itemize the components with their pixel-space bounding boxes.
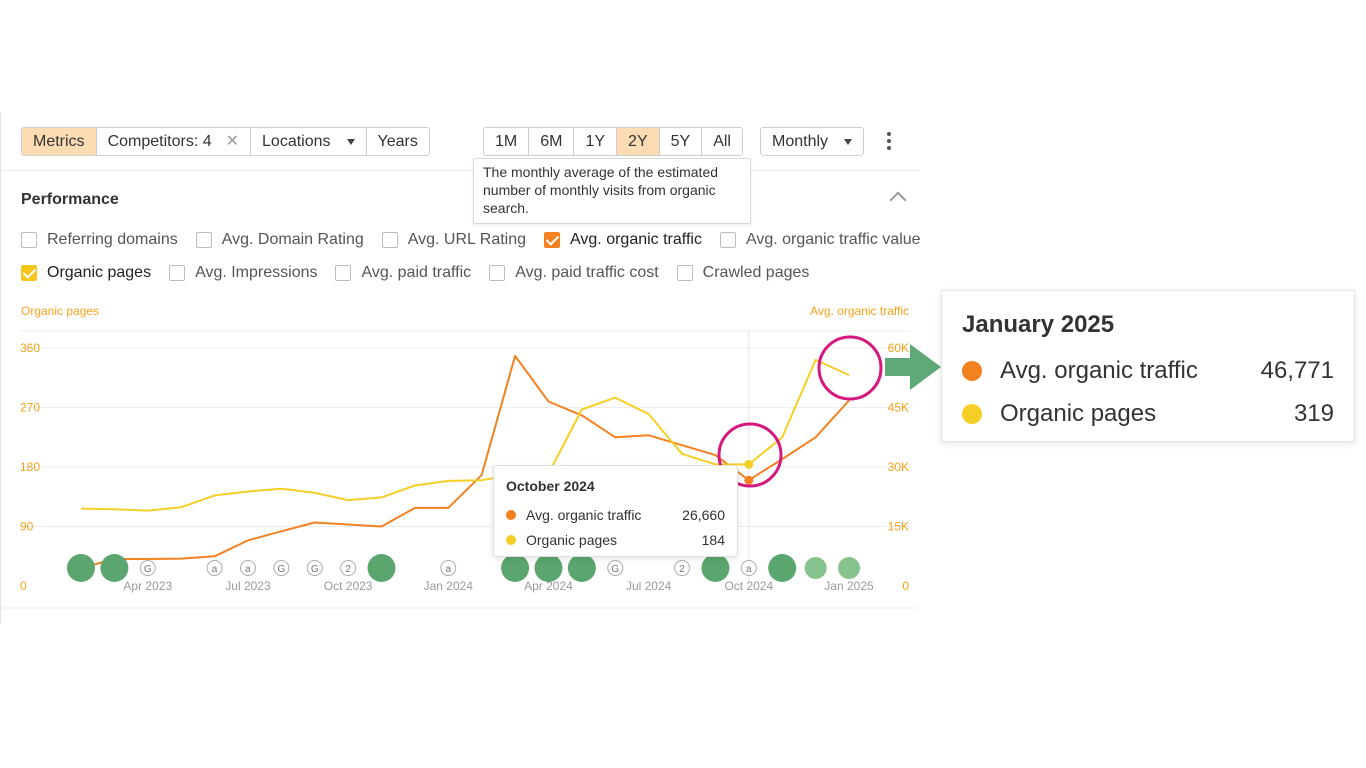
event-marker-label: a [245, 564, 251, 575]
x-axis-tick: Oct 2024 [724, 579, 773, 593]
event-marker [701, 554, 730, 582]
callout-value: 319 [1293, 399, 1334, 427]
callout-row-pages: Organic pages 319 [962, 392, 1334, 435]
event-marker [100, 554, 129, 582]
event-marker [804, 557, 827, 579]
x-axis-tick: Jul 2024 [626, 579, 672, 593]
x-axis-tick: Jan 2024 [424, 579, 474, 593]
tooltip-title: October 2024 [506, 478, 595, 494]
event-marker-label: a [446, 564, 452, 575]
event-marker-label: a [746, 564, 752, 575]
event-marker-label: G [144, 564, 152, 575]
event-marker [838, 557, 860, 579]
x-axis-tick: Oct 2023 [324, 579, 373, 593]
pages-dot [962, 403, 982, 424]
left-axis-tick: 0 [20, 579, 27, 593]
pages-dot [506, 534, 516, 545]
callout-arrow-icon [910, 344, 941, 390]
event-marker [67, 554, 95, 582]
left-axis-tick: 180 [20, 460, 40, 474]
right-axis-tick: 15K [888, 520, 909, 534]
event-marker [367, 554, 396, 582]
event-marker-label: 2 [679, 564, 685, 575]
callout-label: Organic pages [1000, 399, 1157, 427]
event-marker-label: G [277, 564, 285, 575]
left-axis-tick: 90 [20, 520, 34, 534]
tooltip-label: Organic pages [526, 531, 618, 548]
tooltip-row-pages: Organic pages 184 [506, 527, 725, 552]
left-axis-tick: 360 [20, 341, 40, 355]
tooltip-label: Avg. organic traffic [526, 506, 642, 523]
event-marker [501, 554, 530, 582]
traffic-dot [962, 360, 982, 381]
tooltip-row-traffic: Avg. organic traffic 26,660 [506, 502, 725, 527]
hover-point-pages [744, 459, 754, 469]
callout-title: January 2025 [962, 311, 1115, 338]
event-marker [534, 554, 563, 582]
event-marker-label: G [611, 564, 619, 575]
hover-tooltip: October 2024 Avg. organic traffic 26,660… [493, 465, 738, 557]
highlight-circle-jan [817, 335, 883, 401]
callout-arrow-shaft [885, 358, 913, 376]
traffic-dot [506, 509, 516, 520]
right-axis-tick: 45K [888, 401, 909, 415]
callout-row-traffic: Avg. organic traffic 46,771 [962, 349, 1334, 392]
x-axis-tick: Jan 2025 [824, 579, 874, 593]
tooltip-value: 26,660 [682, 506, 725, 523]
callout-label: Avg. organic traffic [1000, 356, 1198, 384]
right-axis-tick: 30K [888, 460, 909, 474]
callout-value: 46,771 [1260, 356, 1334, 384]
tooltip-value: 184 [701, 531, 725, 548]
right-axis-tick: 60K [888, 341, 909, 355]
event-marker-label: a [212, 564, 218, 575]
x-axis-tick: Jul 2023 [225, 579, 271, 593]
event-marker-label: G [311, 564, 319, 575]
right-axis-tick: 0 [902, 579, 909, 593]
event-marker-label: 2 [345, 564, 351, 575]
x-axis-tick: Apr 2023 [123, 579, 172, 593]
event-marker [567, 554, 596, 582]
january-callout: January 2025 Avg. organic traffic 46,771… [941, 290, 1355, 442]
hover-point-traffic [744, 475, 754, 485]
left-axis-tick: 270 [20, 401, 40, 415]
event-marker [768, 554, 797, 582]
